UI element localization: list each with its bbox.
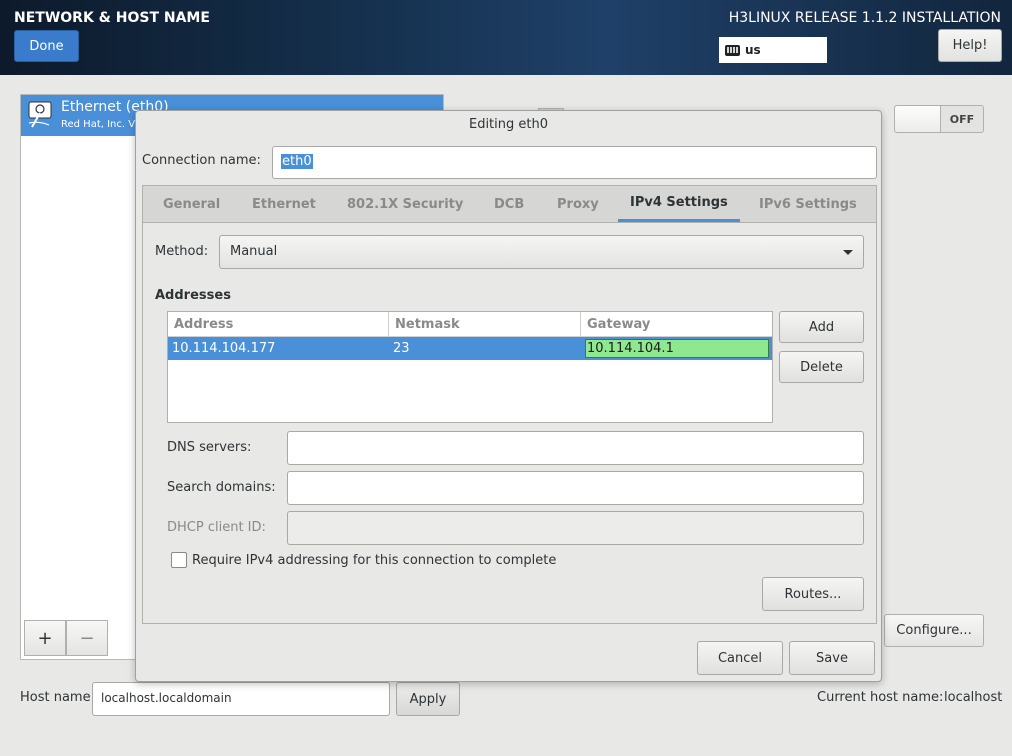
connection-name-label: Connection name: bbox=[142, 153, 261, 168]
cell-address[interactable]: 10.114.104.177 bbox=[168, 337, 389, 360]
require-ipv4-checkbox[interactable] bbox=[171, 552, 187, 568]
tab-dcb[interactable]: DCB bbox=[494, 186, 524, 222]
method-label: Method: bbox=[155, 244, 209, 259]
release-title: H3LINUX RELEASE 1.1.2 INSTALLATION bbox=[728, 10, 1001, 26]
help-button[interactable]: Help! bbox=[938, 29, 1002, 62]
tab-ipv4-settings[interactable]: IPv4 Settings bbox=[618, 186, 740, 222]
dns-servers-label: DNS servers: bbox=[167, 440, 252, 455]
tab-ipv6-settings[interactable]: IPv6 Settings bbox=[759, 186, 857, 222]
add-device-button[interactable]: + bbox=[24, 620, 66, 656]
toggle-state-label: OFF bbox=[949, 112, 975, 126]
method-value: Manual bbox=[230, 244, 278, 259]
remove-device-button[interactable]: − bbox=[66, 620, 108, 656]
tab-ethernet[interactable]: Ethernet bbox=[252, 186, 316, 222]
keyboard-layout-label: us bbox=[745, 43, 761, 57]
current-host-name-label: Current host name: bbox=[817, 690, 944, 705]
device-vendor: Red Hat, Inc. Vi bbox=[61, 119, 138, 130]
search-domains-label: Search domains: bbox=[167, 480, 276, 495]
host-name-input[interactable]: localhost.localdomain bbox=[92, 682, 390, 716]
dialog-title: Editing eth0 bbox=[468, 117, 548, 132]
edit-connection-dialog: Editing eth0 Connection name: eth0 Gener… bbox=[135, 110, 882, 682]
search-domains-input[interactable] bbox=[287, 471, 864, 505]
chevron-down-icon bbox=[843, 250, 853, 255]
tab-802-1x-security[interactable]: 802.1X Security bbox=[347, 186, 463, 222]
tab-general[interactable]: General bbox=[163, 186, 220, 222]
column-header-netmask[interactable]: Netmask bbox=[389, 312, 581, 337]
save-button[interactable]: Save bbox=[789, 641, 875, 675]
tab-bar: General Ethernet 802.1X Security DCB Pro… bbox=[143, 186, 876, 223]
column-header-address[interactable]: Address bbox=[168, 312, 389, 337]
apply-button[interactable]: Apply bbox=[396, 682, 460, 716]
device-toggle-switch[interactable]: OFF bbox=[894, 105, 984, 133]
require-ipv4-row[interactable]: Require IPv4 addressing for this connect… bbox=[171, 552, 556, 568]
keyboard-icon bbox=[725, 44, 740, 56]
toggle-knob bbox=[895, 106, 941, 132]
method-dropdown[interactable]: Manual bbox=[219, 235, 864, 269]
cancel-button[interactable]: Cancel bbox=[697, 641, 783, 675]
top-header: NETWORK & HOST NAME H3LINUX RELEASE 1.1.… bbox=[0, 0, 1012, 75]
require-ipv4-label[interactable]: Require IPv4 addressing for this connect… bbox=[192, 553, 556, 568]
column-header-gateway[interactable]: Gateway bbox=[581, 312, 772, 337]
dhcp-client-id-label: DHCP client ID: bbox=[167, 520, 266, 535]
delete-address-button[interactable]: Delete bbox=[779, 351, 864, 383]
connection-name-value: eth0 bbox=[281, 154, 313, 169]
add-address-button[interactable]: Add bbox=[779, 311, 864, 343]
table-row[interactable]: 10.114.104.177 23 10.114.104.1 bbox=[168, 337, 772, 360]
cell-gateway-editing[interactable]: 10.114.104.1 bbox=[585, 339, 769, 358]
dns-servers-input[interactable] bbox=[287, 431, 864, 465]
keyboard-layout-indicator[interactable]: us bbox=[719, 37, 827, 63]
dhcp-client-id-input bbox=[287, 511, 864, 545]
addresses-heading: Addresses bbox=[155, 288, 231, 303]
tab-proxy[interactable]: Proxy bbox=[557, 186, 599, 222]
routes-button[interactable]: Routes... bbox=[762, 577, 864, 611]
ethernet-icon bbox=[28, 101, 52, 128]
connection-name-input[interactable]: eth0 bbox=[272, 146, 877, 179]
spoke-title: NETWORK & HOST NAME bbox=[14, 10, 210, 26]
done-button[interactable]: Done bbox=[14, 30, 79, 62]
settings-notebook: General Ethernet 802.1X Security DCB Pro… bbox=[142, 185, 877, 624]
configure-button[interactable]: Configure... bbox=[884, 614, 984, 647]
addresses-table[interactable]: Address Netmask Gateway 10.114.104.177 2… bbox=[167, 311, 773, 423]
host-name-label: Host name: bbox=[20, 690, 95, 705]
cell-netmask[interactable]: 23 bbox=[389, 337, 581, 360]
current-host-name-value: localhost bbox=[944, 690, 1003, 705]
